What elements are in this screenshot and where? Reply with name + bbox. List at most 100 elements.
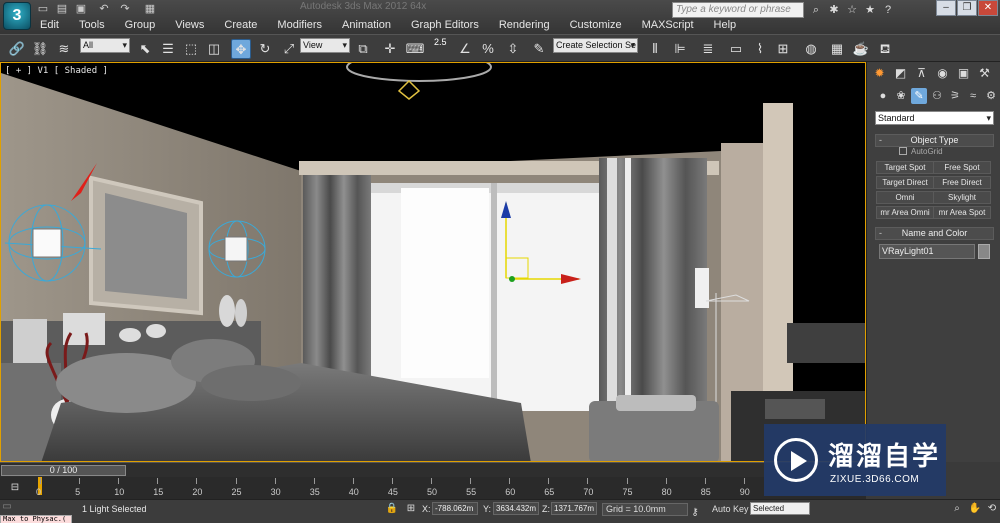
motion-tab-icon[interactable]: ◉ <box>934 65 951 82</box>
search-input[interactable]: Type a keyword or phrase <box>672 2 804 18</box>
menu-create[interactable]: Create <box>214 17 267 34</box>
restore-button[interactable]: ❐ <box>957 0 977 16</box>
mr-area-spot-button[interactable]: mr Area Spot <box>933 206 991 219</box>
maxscript-mini-listener[interactable]: Max to Physac.( <box>0 515 72 523</box>
select-and-manipulate-icon[interactable]: ✛ <box>380 39 400 59</box>
viewport-label[interactable]: [ + ] V1 [ Shaded ] <box>5 66 108 76</box>
reference-coordinate-dropdown[interactable]: View <box>300 38 350 53</box>
schematic-view-icon[interactable]: ⊞ <box>773 39 793 59</box>
space-warps-icon[interactable]: ≈ <box>965 88 981 104</box>
maxscript-listener-icon[interactable]: ▭ <box>0 500 14 514</box>
curve-editor-icon[interactable]: ⌇ <box>750 39 770 59</box>
select-by-name-icon[interactable]: ☰ <box>158 39 178 59</box>
align-icon[interactable]: ⊫ <box>670 39 690 59</box>
omni-button[interactable]: Omni <box>876 191 934 204</box>
select-and-scale-icon[interactable]: ⤢ <box>279 39 299 59</box>
close-button[interactable]: ✕ <box>978 0 998 16</box>
project-folder-icon[interactable]: ▦ <box>143 3 157 16</box>
help-icon[interactable]: ? <box>880 2 896 18</box>
mr-area-omni-button[interactable]: mr Area Omni <box>876 206 934 219</box>
menu-animation[interactable]: Animation <box>332 17 401 34</box>
cameras-icon[interactable]: ⚇ <box>929 88 945 104</box>
utilities-tab-icon[interactable]: ⚒ <box>976 65 993 82</box>
z-coordinate-field[interactable]: 1371.767m <box>551 502 597 515</box>
menu-graph-editors[interactable]: Graph Editors <box>401 17 489 34</box>
object-color-swatch[interactable] <box>978 244 990 259</box>
search-icon[interactable]: ⌕ <box>808 2 824 18</box>
menu-edit[interactable]: Edit <box>30 17 69 34</box>
helpers-icon[interactable]: ⚞ <box>947 88 963 104</box>
menu-maxscript[interactable]: MAXScript <box>632 17 704 34</box>
y-coordinate-field[interactable]: 3634.432m <box>493 502 539 515</box>
x-coordinate-field[interactable]: -788.062m <box>432 502 478 515</box>
graphite-ribbon-icon[interactable]: ▭ <box>726 39 746 59</box>
selection-filter-dropdown[interactable]: All <box>80 38 130 53</box>
object-category-dropdown[interactable]: Standard <box>875 111 994 125</box>
auto-key-button[interactable]: Auto Key <box>712 504 749 514</box>
selection-lock-icon[interactable]: 🔒 <box>385 502 399 516</box>
menu-modifiers[interactable]: Modifiers <box>267 17 332 34</box>
pan-icon[interactable]: ✋ <box>968 502 982 516</box>
geometry-icon[interactable]: ● <box>875 88 891 104</box>
menu-help[interactable]: Help <box>704 17 747 34</box>
key-filter-dropdown[interactable]: Selected <box>750 502 810 515</box>
mini-curve-editor-icon[interactable]: ⊟ <box>8 481 22 495</box>
target-direct-button[interactable]: Target Direct <box>876 176 934 189</box>
skylight-button[interactable]: Skylight <box>933 191 991 204</box>
render-setup-icon[interactable]: ▦ <box>827 39 847 59</box>
communication-center-icon[interactable]: ☆ <box>844 2 860 18</box>
app-logo-icon[interactable]: 3 <box>3 2 31 30</box>
free-spot-button[interactable]: Free Spot <box>933 161 991 174</box>
undo-icon[interactable]: ↶ <box>97 3 111 16</box>
spinner-snap-icon[interactable]: ⇳ <box>503 39 523 59</box>
object-name-field[interactable]: VRayLight01 <box>879 244 975 259</box>
perspective-viewport[interactable]: [ + ] V1 [ Shaded ] <box>0 62 866 462</box>
edit-named-selection-icon[interactable]: ✎ <box>529 39 549 59</box>
menu-views[interactable]: Views <box>165 17 214 34</box>
name-and-color-rollout[interactable]: Name and Color <box>875 227 994 240</box>
orbit-icon[interactable]: ⟲ <box>985 502 999 516</box>
select-object-icon[interactable]: ⬉ <box>135 39 155 59</box>
track-bar[interactable]: ⊟ 0 5 10 15 20 25 30 35 40 45 50 55 60 65 70 75 80 85 90 <box>0 477 866 499</box>
display-tab-icon[interactable]: ▣ <box>955 65 972 82</box>
autogrid-checkbox[interactable]: AutoGrid <box>899 147 943 156</box>
rectangular-selection-icon[interactable]: ⬚ <box>181 39 201 59</box>
zoom-icon[interactable]: ⌕ <box>950 502 964 516</box>
set-key-icon[interactable]: ⚷ <box>688 506 702 520</box>
save-icon[interactable]: ▣ <box>74 3 88 16</box>
angle-snap-icon[interactable]: ∠ <box>455 39 475 59</box>
create-tab-icon[interactable]: ✹ <box>871 65 888 82</box>
rendered-frame-window-icon[interactable]: ☕ <box>851 39 871 59</box>
mirror-icon[interactable]: ⫴ <box>645 39 665 59</box>
object-type-rollout[interactable]: Object Type <box>875 134 994 147</box>
new-file-icon[interactable]: ▭ <box>36 3 50 16</box>
open-file-icon[interactable]: ▤ <box>55 3 69 16</box>
layer-manager-icon[interactable]: ≣ <box>698 39 718 59</box>
select-and-move-icon[interactable]: ✥ <box>231 39 251 59</box>
material-editor-icon[interactable]: ◍ <box>801 39 821 59</box>
unlink-selection-icon[interactable]: ⛓ <box>30 39 50 59</box>
select-and-link-icon[interactable]: 🔗 <box>7 39 27 59</box>
select-and-rotate-icon[interactable]: ↻ <box>255 39 275 59</box>
target-spot-button[interactable]: Target Spot <box>876 161 934 174</box>
modify-tab-icon[interactable]: ◩ <box>892 65 909 82</box>
hierarchy-tab-icon[interactable]: ⊼ <box>913 65 930 82</box>
menu-customize[interactable]: Customize <box>560 17 632 34</box>
menu-tools[interactable]: Tools <box>69 17 115 34</box>
time-slider-thumb[interactable]: 0 / 100 <box>1 465 126 476</box>
menu-rendering[interactable]: Rendering <box>489 17 560 34</box>
minimize-button[interactable]: – <box>936 0 956 16</box>
redo-icon[interactable]: ↷ <box>118 3 132 16</box>
subscription-icon[interactable]: ✱ <box>826 2 842 18</box>
keyboard-shortcut-toggle-icon[interactable]: ⌨ <box>405 39 425 59</box>
snaps-toggle-label[interactable]: 2.5 <box>434 37 447 47</box>
pivot-center-icon[interactable]: ⧉ <box>353 39 373 59</box>
window-crossing-icon[interactable]: ◫ <box>204 39 224 59</box>
favorites-icon[interactable]: ★ <box>862 2 878 18</box>
lights-icon[interactable]: ✎ <box>911 88 927 104</box>
named-selection-dropdown[interactable]: Create Selection Se <box>553 38 638 53</box>
percent-snap-icon[interactable]: % <box>478 39 498 59</box>
shapes-icon[interactable]: ❀ <box>893 88 909 104</box>
menu-group[interactable]: Group <box>115 17 166 34</box>
render-production-icon[interactable]: ⛾ <box>875 39 895 59</box>
